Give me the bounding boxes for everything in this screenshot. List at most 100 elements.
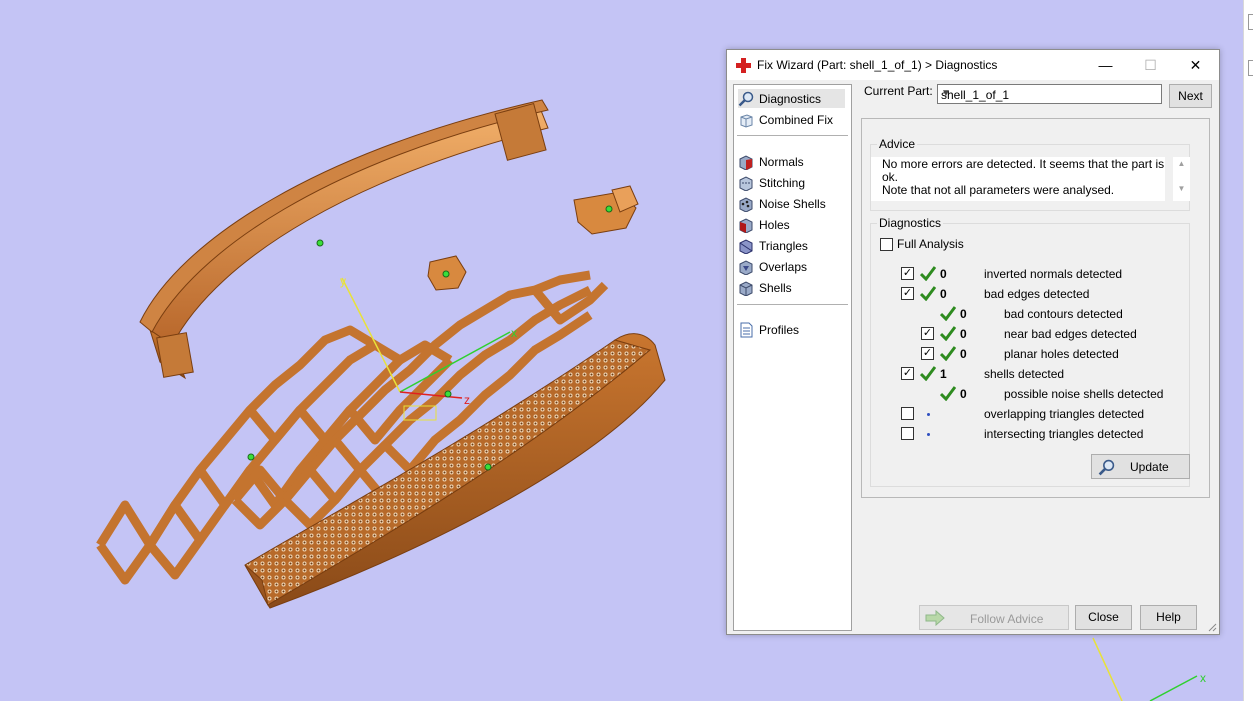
inverted-normals-checkbox[interactable]: ✓: [901, 267, 914, 280]
nav-item-overlaps[interactable]: Overlaps: [738, 257, 845, 276]
bad-edges-checkbox[interactable]: ✓: [901, 287, 914, 300]
noise-shells-count: 0: [960, 387, 967, 401]
green-check-icon: [920, 286, 936, 301]
advice-title: Advice: [877, 137, 918, 151]
green-check-icon: [920, 266, 936, 281]
handle-dot: [316, 239, 324, 247]
maximize-button[interactable]: ☐: [1128, 50, 1173, 80]
normals-icon: [739, 154, 753, 170]
current-part-select[interactable]: shell_1_of_1 ▼: [937, 84, 1162, 104]
near-bad-edges-label: near bad edges detected: [1004, 327, 1137, 341]
nav-item-noise-shells[interactable]: Noise Shells: [738, 194, 845, 213]
near-bad-edges-checkbox[interactable]: ✓: [921, 327, 934, 340]
nav-item-profiles[interactable]: Profiles: [738, 320, 845, 339]
scroll-down-icon[interactable]: ▼: [1173, 184, 1190, 193]
overlaps-icon: [739, 259, 753, 275]
nav-item-label: Triangles: [759, 238, 808, 253]
noise-shells-label: possible noise shells detected: [1004, 387, 1164, 401]
update-label: Update: [1130, 460, 1169, 474]
current-part-label: Current Part:: [864, 84, 933, 98]
pending-dot-icon: [927, 413, 930, 416]
axis-z-label: z: [464, 393, 470, 407]
nav-item-stitching[interactable]: Stitching: [738, 173, 845, 192]
shells-checkbox[interactable]: ✓: [901, 367, 914, 380]
nav-item-label: Normals: [759, 154, 804, 169]
scroll-up-icon[interactable]: ▲: [1173, 159, 1190, 168]
minimize-button[interactable]: —: [1083, 50, 1128, 80]
resize-grip-icon[interactable]: [1207, 622, 1217, 632]
nav-item-combined-fix[interactable]: Combined Fix: [738, 110, 845, 129]
holes-icon: [739, 217, 753, 233]
arrow-right-icon: [925, 610, 945, 626]
handle-dot: [444, 390, 452, 398]
noise-shells-icon: [739, 196, 753, 212]
nav-item-diagnostics[interactable]: Diagnostics: [738, 89, 845, 108]
overlapping-triangles-label: overlapping triangles detected: [984, 407, 1145, 421]
nav-item-label: Shells: [759, 280, 792, 295]
nav-item-label: Profiles: [759, 322, 800, 337]
nav-item-label: Diagnostics: [759, 91, 822, 106]
nav-separator: [737, 304, 848, 305]
help-button[interactable]: Help: [1140, 605, 1197, 630]
full-analysis-checkbox[interactable]: [880, 238, 893, 251]
green-check-icon: [940, 306, 956, 321]
nav-item-holes[interactable]: Holes: [738, 215, 845, 234]
shells-icon: [739, 280, 753, 296]
nav-item-normals[interactable]: Normals: [738, 152, 845, 171]
follow-advice-label: Follow Advice: [970, 612, 1044, 626]
axis-x-label: x: [511, 326, 517, 340]
triangles-icon: [739, 238, 753, 254]
bad-edges-count: 0: [940, 287, 947, 301]
bad-edges-label: bad edges detected: [984, 287, 1090, 301]
dialog-titlebar[interactable]: Fix Wizard (Part: shell_1_of_1) > Diagno…: [727, 50, 1219, 80]
stitching-icon: [739, 175, 753, 191]
follow-advice-button[interactable]: Follow Advice: [919, 605, 1069, 630]
red-cross-icon: [736, 58, 751, 73]
green-check-icon: [940, 346, 956, 361]
overlapping-triangles-checkbox[interactable]: [901, 407, 914, 420]
edge-mark: [1248, 60, 1253, 76]
nav-separator: [737, 135, 848, 136]
handle-dot: [605, 205, 613, 213]
green-check-icon: [940, 326, 956, 341]
advice-line-1: No more errors are detected. It seems th…: [882, 157, 1165, 184]
shells-count: 1: [940, 367, 947, 381]
magnifier-icon: [1098, 459, 1115, 476]
nav-item-label: Combined Fix: [759, 112, 834, 127]
fix-wizard-dialog: Fix Wizard (Part: shell_1_of_1) > Diagno…: [726, 49, 1220, 635]
close-button[interactable]: Close: [1075, 605, 1132, 630]
nav-item-label: Noise Shells: [759, 196, 826, 211]
pending-dot-icon: [927, 433, 930, 436]
document-icon: [740, 322, 753, 337]
shells-label: shells detected: [984, 367, 1065, 381]
right-edge-strip: [1243, 0, 1253, 701]
bad-contours-label: bad contours detected: [1004, 307, 1123, 321]
axis-y-label: y: [340, 274, 346, 288]
next-button[interactable]: Next: [1169, 84, 1212, 108]
intersecting-triangles-label: intersecting triangles detected: [984, 427, 1144, 441]
planar-holes-checkbox[interactable]: ✓: [921, 347, 934, 360]
bad-contours-count: 0: [960, 307, 967, 321]
near-bad-edges-count: 0: [960, 327, 967, 341]
diagnostics-title: Diagnostics: [877, 216, 944, 230]
advice-line-2: Note that not all parameters were analys…: [882, 183, 1115, 197]
chevron-down-icon: ▼: [941, 88, 951, 99]
green-check-icon: [920, 366, 936, 381]
magnifier-icon: [738, 91, 754, 106]
nav-item-label: Stitching: [759, 175, 806, 190]
close-window-button[interactable]: ✕: [1173, 50, 1218, 80]
handle-dot: [247, 453, 255, 461]
wizard-nav: Diagnostics Combined Fix Normals Stitchi…: [733, 84, 852, 631]
nav-item-label: Overlaps: [759, 259, 808, 274]
intersecting-triangles-checkbox[interactable]: [901, 427, 914, 440]
nav-item-shells[interactable]: Shells: [738, 278, 845, 297]
cube-outline-icon: [740, 113, 753, 128]
inverted-normals-count: 0: [940, 267, 947, 281]
planar-holes-count: 0: [960, 347, 967, 361]
handle-dot: [484, 463, 492, 471]
update-button[interactable]: Update: [1091, 454, 1190, 479]
advice-text: No more errors are detected. It seems th…: [871, 157, 1165, 201]
nav-item-triangles[interactable]: Triangles: [738, 236, 845, 255]
advice-scrollbar[interactable]: ▲ ▼: [1173, 157, 1190, 201]
secondary-axis-triad: x: [1092, 637, 1206, 701]
